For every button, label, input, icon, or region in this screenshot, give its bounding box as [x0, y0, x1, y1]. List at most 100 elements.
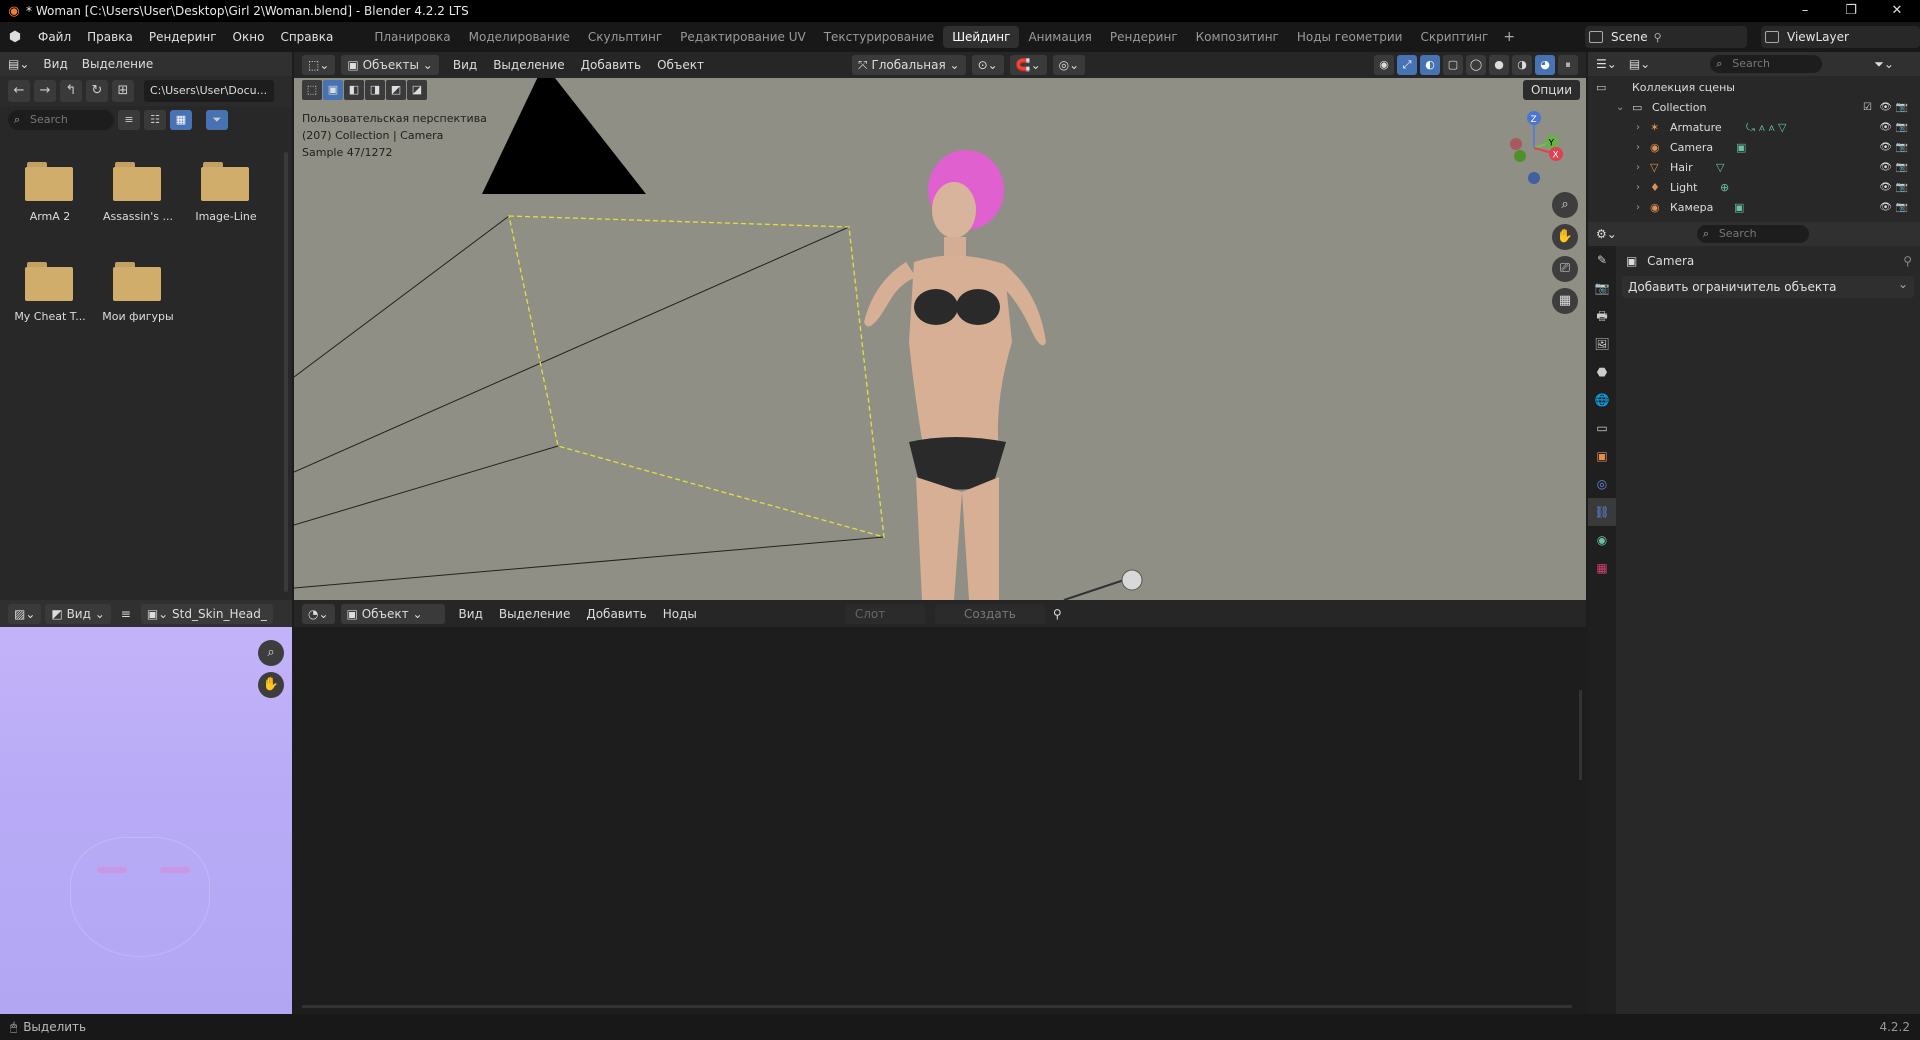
collection-tab-icon[interactable]: ▭: [1588, 414, 1616, 442]
snap-icon[interactable]: 🧲⌄: [1009, 55, 1047, 75]
navigation-gizmo[interactable]: Z Y X: [1504, 106, 1564, 186]
menu-render[interactable]: Рендеринг: [141, 30, 225, 44]
visibility-eye-icon[interactable]: 👁: [1879, 158, 1892, 178]
menu-file[interactable]: Файл: [30, 30, 79, 44]
object-tab-icon[interactable]: ▣: [1588, 442, 1616, 470]
scene-tab-icon[interactable]: ⬣: [1588, 358, 1616, 386]
expand-arrow-icon[interactable]: ›: [1636, 138, 1640, 158]
forward-icon[interactable]: →: [34, 80, 56, 102]
compact-view-icon[interactable]: ☷: [144, 110, 166, 130]
filter-icon[interactable]: ⏷: [206, 110, 228, 130]
gizmo-icon[interactable]: ⤢: [1397, 55, 1417, 75]
normal-map-image[interactable]: [0, 627, 292, 1014]
new-material-button[interactable]: Создать: [934, 603, 1045, 624]
list-view-icon[interactable]: ≡: [118, 110, 140, 130]
tab-animation[interactable]: Анимация: [1019, 26, 1100, 48]
close-button[interactable]: ✕: [1874, 0, 1920, 22]
mode-dropdown[interactable]: ▣ Объекты ⌄: [341, 55, 439, 75]
minimize-button[interactable]: –: [1782, 0, 1828, 22]
folder-item[interactable]: Мои фигуры: [96, 262, 180, 323]
pin-icon[interactable]: ⚲: [1654, 31, 1662, 44]
render-camera-icon[interactable]: 📷: [1896, 158, 1908, 178]
select-extend-icon[interactable]: ◧: [344, 80, 364, 100]
file-browser-scrollbar[interactable]: [284, 152, 288, 592]
perspective-grid-icon[interactable]: ▦: [1552, 288, 1578, 314]
scene-collection-row[interactable]: ▭ Коллекция сцены: [1588, 78, 1920, 98]
select-invert-icon[interactable]: ◩: [386, 80, 406, 100]
viewlayer-selector[interactable]: ViewLayer: [1761, 26, 1920, 48]
scene-selector[interactable]: Scene ⚲: [1585, 26, 1747, 48]
tab-scripting[interactable]: Скриптинг: [1411, 26, 1497, 48]
visibility-eye-icon[interactable]: 👁: [1879, 118, 1892, 138]
folder-item[interactable]: My Cheat T...: [8, 262, 92, 323]
editor-type-icon[interactable]: ▤⌄: [8, 57, 29, 71]
visibility-eye-icon[interactable]: 👁: [1879, 98, 1892, 118]
tab-uv-editing[interactable]: Редактирование UV: [671, 26, 815, 48]
restore-button[interactable]: ❐: [1828, 0, 1874, 22]
menu-help[interactable]: Справка: [272, 30, 341, 44]
menu-window[interactable]: Окно: [225, 30, 273, 44]
pin-icon[interactable]: ⚲: [1045, 607, 1070, 621]
world-tab-icon[interactable]: 🌐: [1588, 386, 1616, 414]
material-shading-icon[interactable]: ◑: [1512, 55, 1532, 75]
tab-texture-paint[interactable]: Текстурирование: [815, 26, 943, 48]
visibility-icon[interactable]: ◉: [1374, 55, 1394, 75]
3d-viewport[interactable]: ⬚⌄ ▣ Объекты ⌄ Вид Выделение Добавить Об…: [294, 52, 1586, 600]
render-camera-icon[interactable]: 📷: [1896, 178, 1908, 198]
filter-icon[interactable]: ⏷⌄: [1874, 57, 1894, 72]
output-tab-icon[interactable]: 🖶: [1588, 302, 1616, 330]
xray-icon[interactable]: ▢: [1443, 55, 1463, 75]
visibility-eye-icon[interactable]: 👁: [1879, 138, 1892, 158]
pin-icon[interactable]: ⚲: [1903, 246, 1912, 276]
parent-dir-icon[interactable]: ↰: [60, 80, 82, 102]
render-camera-icon[interactable]: 📷: [1896, 138, 1908, 158]
outliner-item-kamera[interactable]: › ◉ Камера ▣ 👁 📷: [1588, 198, 1920, 218]
path-field[interactable]: C:\Users\User\Docu...: [144, 80, 274, 102]
properties-search-input[interactable]: Search: [1696, 225, 1809, 243]
new-folder-icon[interactable]: ⊞: [112, 80, 134, 102]
vp-menu-select[interactable]: Выделение: [485, 58, 572, 72]
outliner-item-armature[interactable]: › ✶ Armature ⤿ ⟑ ⟑ ▽ 👁 📷: [1588, 118, 1920, 138]
editor-type-icon[interactable]: ☰⌄: [1596, 57, 1617, 71]
material-slot-dropdown[interactable]: Слот: [844, 603, 925, 624]
add-constraint-dropdown[interactable]: Добавить ограничитель объекта: [1622, 273, 1914, 298]
folder-item[interactable]: Assassin's ...: [96, 162, 180, 223]
editor-type-icon[interactable]: ⬚⌄: [302, 55, 336, 75]
expand-arrow-icon[interactable]: ⌄: [1616, 98, 1624, 118]
expand-arrow-icon[interactable]: ›: [1636, 178, 1640, 198]
expand-arrow-icon[interactable]: ›: [1636, 198, 1640, 218]
select-intersect-icon[interactable]: ◪: [407, 80, 427, 100]
texture-tab-icon[interactable]: ▦: [1588, 554, 1616, 582]
select-new-icon[interactable]: ▣: [323, 80, 343, 100]
object-data-tab-icon[interactable]: ◉: [1588, 526, 1616, 554]
folder-item[interactable]: Image-Line: [184, 162, 268, 223]
vp-menu-add[interactable]: Добавить: [573, 58, 649, 72]
expand-arrow-icon[interactable]: ›: [1636, 118, 1640, 138]
render-camera-icon[interactable]: 📷: [1896, 118, 1908, 138]
tab-modeling[interactable]: Моделирование: [460, 26, 579, 48]
display-mode-icon[interactable]: ▤⌄: [1629, 57, 1650, 71]
vp-menu-object[interactable]: Объект: [649, 58, 712, 72]
tool-tab-icon[interactable]: ✎: [1588, 246, 1616, 274]
refresh-icon[interactable]: ↻: [86, 80, 108, 102]
physics-tab-icon[interactable]: ◎: [1588, 470, 1616, 498]
camera-view-icon[interactable]: ⎚: [1552, 256, 1578, 282]
add-workspace-button[interactable]: +: [1497, 29, 1521, 45]
fb-menu-select[interactable]: Выделение: [82, 57, 153, 71]
fb-menu-view[interactable]: Вид: [43, 57, 67, 71]
tab-sculpting[interactable]: Скульптинг: [579, 26, 671, 48]
pan-hand-icon[interactable]: ✋: [1552, 224, 1578, 250]
visibility-eye-icon[interactable]: 👁: [1879, 198, 1892, 218]
outliner-item-light[interactable]: › ♦ Light ⊕ 👁 📷: [1588, 178, 1920, 198]
thumbnail-view-icon[interactable]: ▦: [170, 110, 192, 130]
image-selector[interactable]: ▣⌄ Std_Skin_Head_: [140, 603, 273, 624]
rendered-shading-icon[interactable]: ◕: [1535, 55, 1555, 75]
render-camera-icon[interactable]: 📷: [1896, 198, 1908, 218]
outliner-item-camera[interactable]: › ◉ Camera ▣ 👁 📷: [1588, 138, 1920, 158]
overlay-icon[interactable]: ◐: [1420, 55, 1440, 75]
visibility-eye-icon[interactable]: 👁: [1879, 178, 1892, 198]
editor-type-icon[interactable]: ▨⌄: [8, 603, 42, 624]
shader-type-dropdown[interactable]: ▣ Объект ⌄: [340, 603, 445, 624]
options-dropdown[interactable]: Опции: [1522, 80, 1580, 100]
pause-render-icon[interactable]: ⏸: [1558, 55, 1578, 75]
